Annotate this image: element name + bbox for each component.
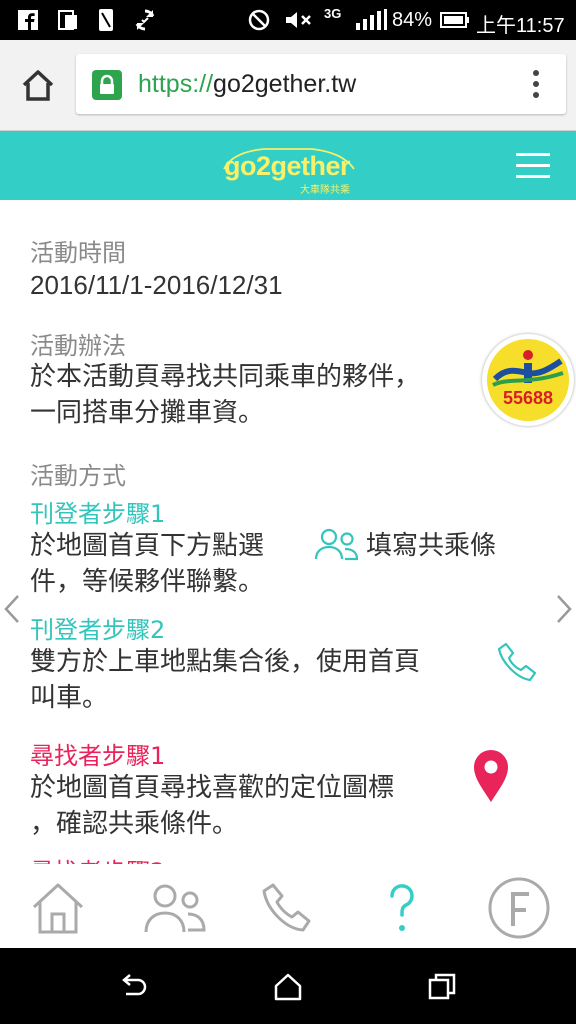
site-logo[interactable]: go2gether 大車隊共乘: [220, 143, 360, 196]
more-options-icon[interactable]: [532, 70, 540, 100]
phone-call-icon: [496, 640, 540, 684]
url-host: go2gether.tw: [213, 70, 357, 98]
seeker-step1-line1: 於地圖首頁尋找喜歡的定位圖標: [30, 773, 395, 803]
bottom-tab-bar: [0, 864, 576, 948]
logo-text: go2gether: [224, 151, 351, 181]
taxi-55688-badge[interactable]: 55688: [482, 334, 574, 426]
publisher-step1-line1b: 填寫共乘條: [366, 531, 497, 561]
tab-facebook-icon[interactable]: [486, 877, 552, 939]
mode-label: 活動方式: [30, 462, 126, 490]
tab-phone-icon[interactable]: [258, 878, 318, 938]
period-value: 2016/11/1-2016/12/31: [30, 270, 283, 300]
publisher-step2-line1: 雙方於上車地點集合後，使用首頁: [30, 647, 421, 677]
badge-number: 55688: [502, 388, 554, 408]
site-header: go2gether 大車隊共乘: [0, 131, 576, 200]
logo-subtitle: 大車隊共乘: [300, 185, 350, 196]
recent-apps-icon[interactable]: [427, 972, 457, 1002]
status-bar: 3G 84% 上午11:57: [0, 0, 576, 40]
taxi-logo-icon: [492, 350, 564, 387]
browser-toolbar: https://go2gether.tw: [0, 40, 576, 131]
users-icon: [314, 526, 360, 562]
period-label: 活動時間: [30, 239, 126, 267]
battery-percent: 84%: [392, 9, 433, 31]
publisher-step2-title: 刊登者步驟2: [30, 616, 166, 644]
menu-icon[interactable]: [516, 153, 550, 179]
home-icon[interactable]: [18, 66, 58, 106]
battery-icon: [440, 8, 470, 32]
mute-icon: [284, 8, 314, 32]
network-type: 3G: [324, 6, 342, 21]
no-disturb-icon: [246, 8, 272, 32]
publisher-step1-line1: 於地圖首頁下方點選: [30, 531, 265, 561]
publisher-step1-title: 刊登者步驟1: [30, 500, 166, 528]
system-nav-bar: [0, 948, 576, 1024]
next-arrow-icon[interactable]: [554, 592, 574, 626]
tab-home-icon[interactable]: [28, 878, 88, 938]
publisher-step1-line2: 件，等候夥伴聯繫。: [30, 567, 265, 597]
lock-icon: [92, 70, 122, 100]
method-line1: 於本活動頁尋找共同乘車的夥伴，: [30, 362, 421, 392]
seeker-step1-line2: ，確認共乘條件。: [30, 809, 239, 839]
method-label: 活動辦法: [30, 332, 126, 360]
tab-users-icon[interactable]: [140, 878, 210, 938]
back-icon[interactable]: [118, 972, 148, 1002]
url-bar[interactable]: https://go2gether.tw: [76, 54, 566, 114]
method-line2: 一同搭車分攤車資。: [30, 398, 265, 428]
seeker-step1-title: 尋找者步驟1: [30, 742, 166, 770]
home-nav-icon[interactable]: [273, 972, 303, 1002]
sync-icon: [132, 8, 158, 32]
clock: 上午11:57: [476, 15, 565, 37]
signal-icon: [354, 8, 388, 32]
phone-icon: [94, 8, 118, 32]
facebook-icon: [16, 8, 40, 32]
screen-icon: [56, 8, 80, 32]
location-pin-icon: [472, 748, 510, 804]
publisher-step2-line2: 叫車。: [30, 683, 109, 713]
url-scheme: https://: [138, 70, 214, 98]
tab-help-icon[interactable]: [372, 878, 432, 938]
url-text: https://go2gether.tw: [138, 70, 356, 99]
prev-arrow-icon[interactable]: [2, 592, 22, 626]
